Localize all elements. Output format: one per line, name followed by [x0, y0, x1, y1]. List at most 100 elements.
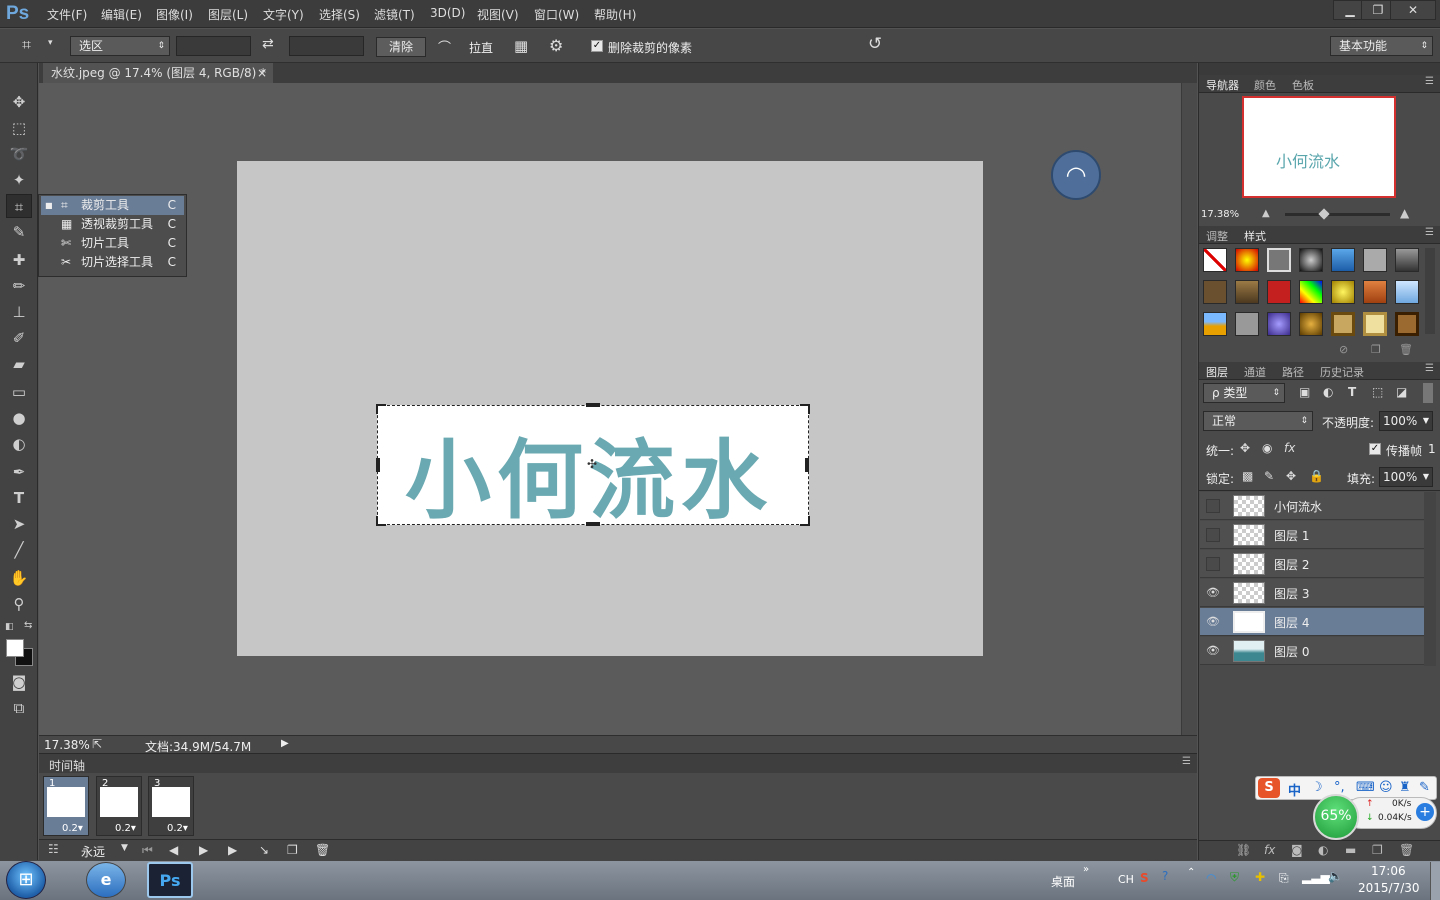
- show-desktop-button[interactable]: [1430, 862, 1440, 900]
- layer-row[interactable]: 图层 1: [1200, 521, 1424, 549]
- timeline-title[interactable]: 时间轴: [49, 757, 85, 774]
- filter-type-icon[interactable]: T: [1348, 385, 1356, 399]
- filter-shape-icon[interactable]: ⬚: [1372, 385, 1383, 399]
- opacity-field[interactable]: 100% ▼: [1379, 411, 1433, 431]
- style-swatch[interactable]: [1267, 312, 1291, 336]
- crop-handle-top-right[interactable]: [800, 404, 810, 414]
- swap-icon[interactable]: ⇄: [262, 36, 274, 52]
- clear-style-icon[interactable]: ⊘: [1339, 343, 1348, 356]
- chevron-down-icon[interactable]: ▼: [121, 843, 128, 853]
- flyout-item-perspective-crop[interactable]: ▦ 透视裁剪工具 C: [41, 215, 184, 234]
- layer-name[interactable]: 图层 0: [1274, 643, 1309, 660]
- filter-pixel-icon[interactable]: ▣: [1299, 385, 1310, 399]
- menu-edit[interactable]: 编辑(E): [101, 6, 142, 23]
- blend-mode-select[interactable]: 正常 ⇕: [1203, 411, 1313, 431]
- next-frame-icon[interactable]: ▶: [228, 843, 237, 857]
- zoom-tool-icon[interactable]: ⚲: [6, 592, 32, 616]
- quick-mask-icon[interactable]: ◙: [6, 670, 32, 694]
- desktop-toolbar-label[interactable]: 桌面: [1051, 873, 1075, 890]
- tab-navigator[interactable]: 导航器: [1206, 77, 1239, 93]
- gradient-icon[interactable]: ▭: [6, 380, 32, 404]
- move-tool-icon[interactable]: ✥: [6, 90, 32, 114]
- menu-help[interactable]: 帮助(H): [594, 6, 636, 23]
- photoshop-taskbar-button[interactable]: Ps: [147, 862, 193, 898]
- crop-tool-icon[interactable]: ⌗: [6, 194, 32, 218]
- filter-smart-object-icon[interactable]: ◪: [1396, 385, 1407, 399]
- document-tab[interactable]: 水纹.jpeg @ 17.4% (图层 4, RGB/8) * ×: [43, 63, 273, 83]
- path-select-icon[interactable]: ➤: [6, 512, 32, 536]
- tab-layers[interactable]: 图层: [1206, 364, 1228, 380]
- straighten-icon[interactable]: ⌒: [438, 37, 451, 56]
- menu-select[interactable]: 选择(S): [319, 6, 360, 23]
- workspace-select[interactable]: 基本功能 ⇕: [1330, 36, 1433, 56]
- default-colors-icon[interactable]: ◧: [5, 622, 14, 632]
- prev-frame-icon[interactable]: ◀: [169, 843, 178, 857]
- security-tray-icon[interactable]: ✚: [1255, 870, 1265, 884]
- menu-image[interactable]: 图像(I): [156, 6, 193, 23]
- style-swatch[interactable]: [1395, 248, 1419, 272]
- delete-cropped-checkbox[interactable]: ✓: [591, 40, 603, 52]
- play-icon[interactable]: ▶: [199, 843, 208, 857]
- pen-icon[interactable]: ✒: [6, 460, 32, 484]
- crop-handle-bottom[interactable]: [586, 522, 600, 526]
- style-swatch[interactable]: [1331, 280, 1355, 304]
- chevron-right-icon[interactable]: »: [1083, 864, 1089, 875]
- style-swatch[interactable]: [1299, 280, 1323, 304]
- new-group-icon[interactable]: ▬: [1345, 843, 1356, 857]
- zoom-level[interactable]: 17.38%: [44, 738, 90, 752]
- blur-icon[interactable]: ●: [6, 406, 32, 430]
- propagate-frame-checkbox[interactable]: ✓: [1369, 443, 1381, 455]
- overlay-grid-icon[interactable]: ▦: [514, 37, 528, 55]
- foreground-color-swatch[interactable]: [6, 639, 24, 657]
- panel-menu-icon[interactable]: ☰: [1425, 227, 1434, 238]
- export-icon[interactable]: ⇱: [92, 737, 102, 751]
- gear-icon[interactable]: ⚙: [549, 36, 563, 55]
- lock-transparent-icon[interactable]: ▩: [1242, 469, 1253, 483]
- ratio-select[interactable]: 选区 ⇕: [70, 36, 170, 56]
- sogou-logo[interactable]: S: [1258, 778, 1280, 798]
- brush-icon[interactable]: ✏: [6, 274, 32, 298]
- height-field[interactable]: [289, 36, 364, 56]
- screen-mode-icon[interactable]: ⧉: [6, 696, 32, 720]
- unify-position-icon[interactable]: ✥: [1240, 441, 1250, 455]
- stamp-icon[interactable]: ⊥: [6, 300, 32, 324]
- link-layers-icon[interactable]: ⛓: [1236, 843, 1251, 857]
- dodge-icon[interactable]: ◐: [6, 432, 32, 456]
- tween-icon[interactable]: ↘: [259, 843, 269, 857]
- menu-layer[interactable]: 图层(L): [208, 6, 248, 23]
- tab-swatches[interactable]: 色板: [1292, 77, 1314, 93]
- visibility-toggle[interactable]: [1206, 499, 1220, 513]
- network-tray-icon[interactable]: ⎘: [1279, 871, 1289, 886]
- tab-adjustments[interactable]: 调整: [1206, 228, 1228, 244]
- lock-image-icon[interactable]: ✎: [1264, 469, 1274, 483]
- wifi-tray-icon[interactable]: ◠: [1206, 871, 1216, 885]
- layer-name[interactable]: 图层 1: [1274, 527, 1309, 544]
- crop-handle-top-left[interactable]: [376, 404, 386, 414]
- close-tab-icon[interactable]: ×: [257, 63, 267, 83]
- add-icon[interactable]: +: [1416, 803, 1434, 821]
- navigator-zoom[interactable]: 17.38%: [1201, 209, 1239, 220]
- layer-name[interactable]: 小何流水: [1274, 498, 1322, 515]
- style-swatch[interactable]: [1299, 312, 1323, 336]
- eye-icon[interactable]: 👁: [1206, 644, 1220, 658]
- keyboard-icon[interactable]: ⌨: [1356, 780, 1375, 795]
- layer-row[interactable]: 👁 图层 0: [1200, 637, 1424, 665]
- add-mask-icon[interactable]: ◙: [1291, 843, 1303, 857]
- eye-icon[interactable]: 👁: [1206, 615, 1220, 629]
- eraser-icon[interactable]: ▰: [6, 352, 32, 376]
- type-tool-icon[interactable]: T: [6, 486, 32, 510]
- panel-menu-icon[interactable]: ☰: [1182, 756, 1191, 767]
- first-frame-icon[interactable]: ⏮: [142, 843, 153, 858]
- wrench-icon[interactable]: ✎: [1419, 780, 1430, 795]
- fill-field[interactable]: 100% ▼: [1379, 467, 1433, 487]
- unify-visibility-icon[interactable]: ◉: [1262, 441, 1272, 455]
- clock-time[interactable]: 17:06: [1371, 864, 1406, 878]
- width-field[interactable]: [176, 36, 251, 56]
- signal-icon[interactable]: ▂▃▅: [1302, 870, 1330, 884]
- browser-icon[interactable]: e: [86, 862, 126, 898]
- straighten-label[interactable]: 拉直: [469, 39, 493, 56]
- layer-row[interactable]: 图层 2: [1200, 550, 1424, 578]
- layer-row[interactable]: 👁 图层 3: [1200, 579, 1424, 607]
- close-button[interactable]: ✕: [1390, 0, 1436, 20]
- vertical-scrollbar[interactable]: [1181, 83, 1197, 735]
